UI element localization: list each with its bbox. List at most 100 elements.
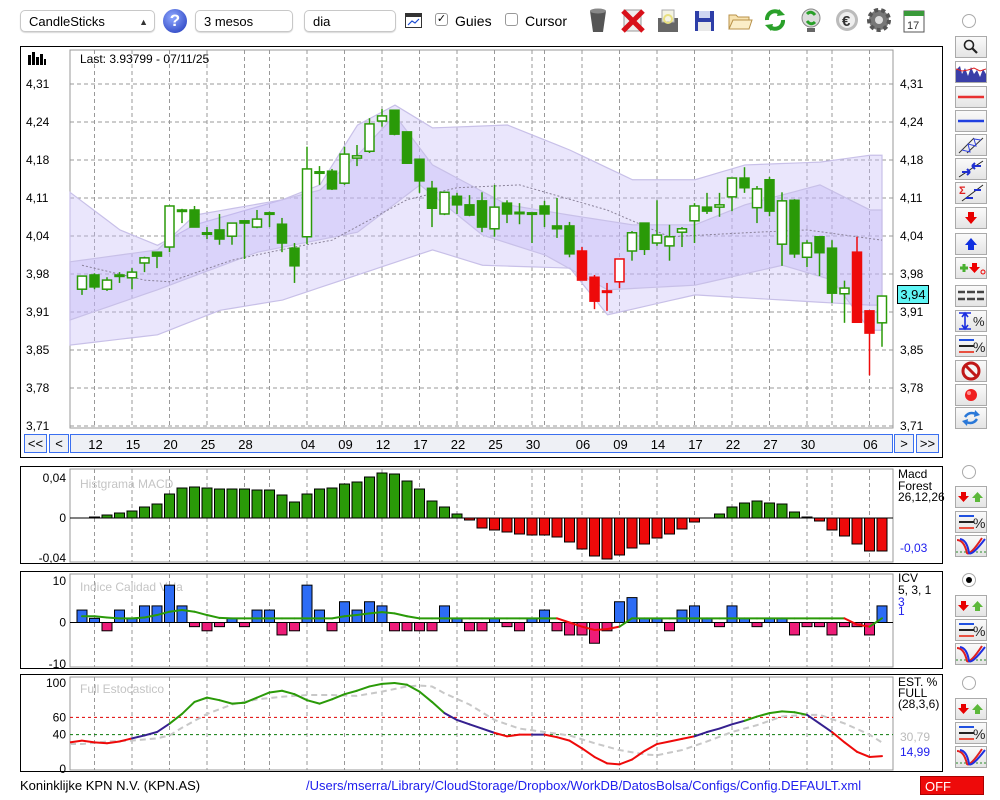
channel-button[interactable]	[955, 134, 987, 156]
macd-bar	[114, 512, 125, 519]
panel-percent-lines-button[interactable]: %	[955, 511, 987, 533]
date-axis-label: 14	[650, 437, 666, 452]
macd-bar	[364, 476, 375, 519]
stoch-signal-last: 30,79	[900, 730, 931, 744]
blue-line-button[interactable]	[955, 110, 987, 132]
bar-chart-icon[interactable]	[27, 51, 47, 68]
icv-bar	[426, 622, 438, 632]
candle-body	[851, 251, 863, 324]
cross-curve-icon	[956, 747, 986, 767]
date-axis-label: 30	[800, 437, 816, 452]
candle-body	[339, 153, 350, 184]
macd-bar	[864, 517, 875, 552]
nav-next-button[interactable]: >	[894, 434, 914, 453]
volume-chart-icon	[956, 62, 986, 82]
nav-first-button[interactable]: <<	[24, 434, 47, 453]
candle-body	[789, 199, 800, 255]
icv-bar	[89, 617, 100, 623]
config-path-link[interactable]: /Users/mserra/Library/CloudStorage/Dropb…	[306, 778, 861, 793]
svg-text:Σ: Σ	[959, 185, 966, 197]
candle-body	[614, 258, 625, 283]
panel-alerts-button[interactable]	[955, 698, 987, 720]
macd-bar	[226, 488, 238, 519]
macd-bar	[201, 487, 213, 519]
date-axis-label: 15	[125, 437, 141, 452]
panel-cross-curve-button[interactable]	[955, 643, 987, 665]
sum-trend-button[interactable]: Σ	[955, 182, 987, 204]
volume-chart-button[interactable]	[955, 61, 987, 83]
candle-body	[164, 205, 175, 248]
svg-text:%: %	[973, 339, 985, 355]
axis-tick-label: -0,04	[39, 551, 67, 565]
macd-bar	[714, 513, 725, 519]
icv-bar	[801, 622, 813, 628]
icv-bar	[339, 601, 350, 623]
alerts-icon	[957, 702, 985, 716]
date-axis-label: 09	[613, 437, 628, 452]
zoom-button[interactable]	[955, 36, 987, 58]
macd-bar	[451, 513, 463, 519]
candle-body	[176, 209, 188, 213]
percent-range-button[interactable]: %	[955, 310, 987, 332]
macd-bar	[476, 517, 488, 529]
red-line-button[interactable]	[955, 86, 987, 108]
trend-arrows-button[interactable]	[955, 158, 987, 180]
icv-bar	[614, 601, 625, 623]
macd-bar	[214, 488, 225, 519]
macd-bar	[489, 517, 500, 531]
icv-bar	[376, 605, 388, 624]
macd-bar	[651, 517, 663, 539]
candle-body	[501, 202, 513, 215]
panel-percent-lines-button[interactable]: %	[955, 722, 987, 744]
candle-body	[226, 222, 238, 237]
candle-body	[401, 131, 413, 164]
date-axis-label: 22	[725, 437, 741, 452]
macd-bar	[514, 517, 525, 535]
price-axis-label-right: 3,78	[900, 381, 924, 395]
macd-bar	[726, 506, 738, 519]
panel-percent-lines-button[interactable]: %	[955, 619, 987, 641]
macd-bar	[401, 480, 413, 519]
icv-bar	[189, 622, 200, 628]
axis-tick-label: -10	[49, 657, 67, 671]
panel-alerts-button[interactable]	[955, 595, 987, 617]
icv-line-segment	[106, 616, 121, 620]
macd-bar	[151, 503, 163, 519]
date-axis-label: 27	[763, 437, 778, 452]
icv-last-value-2: 1	[898, 604, 905, 618]
add-alert-button[interactable]	[955, 257, 987, 279]
icv-bar	[201, 622, 213, 632]
down-arrow-icon	[964, 211, 978, 225]
price-axis-label-left: 3,91	[26, 305, 50, 319]
record-button[interactable]	[955, 384, 987, 406]
stop-button[interactable]	[955, 360, 987, 382]
status-toggle-off[interactable]: OFF	[920, 776, 984, 795]
swap-button[interactable]	[955, 407, 987, 429]
axis-tick-label: 0,04	[43, 471, 67, 485]
up-arrow-button[interactable]	[955, 233, 987, 255]
candle-body	[726, 177, 738, 198]
stoch-main-last: 14,99	[900, 745, 931, 759]
date-axis-scrollbar[interactable]: 12 15 20 25 28 04 09 12 17 22 25 30 06 09 14 17 22 27 30 06	[70, 434, 893, 453]
axis-tick-label: 10	[53, 574, 67, 588]
panel-cross-curve-button[interactable]	[955, 535, 987, 557]
macd-bar	[376, 472, 388, 519]
blue-line-icon	[958, 118, 984, 124]
candle-body	[376, 115, 388, 122]
candle-body	[426, 187, 438, 210]
percent-lines-button[interactable]: %	[955, 335, 987, 357]
grid-lines-button[interactable]	[955, 285, 987, 307]
candle-body	[201, 232, 213, 236]
candle-body	[114, 274, 125, 278]
macd-bar	[876, 517, 888, 552]
candle-body	[451, 195, 463, 206]
nav-last-button[interactable]: >>	[916, 434, 939, 453]
last-price-label: Last: 3.93799 - 07/11/25	[80, 52, 210, 66]
icv-bar	[689, 605, 700, 624]
down-arrow-button[interactable]	[955, 207, 987, 229]
panel-cross-curve-button[interactable]	[955, 746, 987, 768]
panel-alerts-button[interactable]	[955, 486, 987, 508]
candle-body	[251, 218, 263, 228]
nav-prev-button[interactable]: <	[49, 434, 69, 453]
date-axis-label: 04	[300, 437, 316, 452]
